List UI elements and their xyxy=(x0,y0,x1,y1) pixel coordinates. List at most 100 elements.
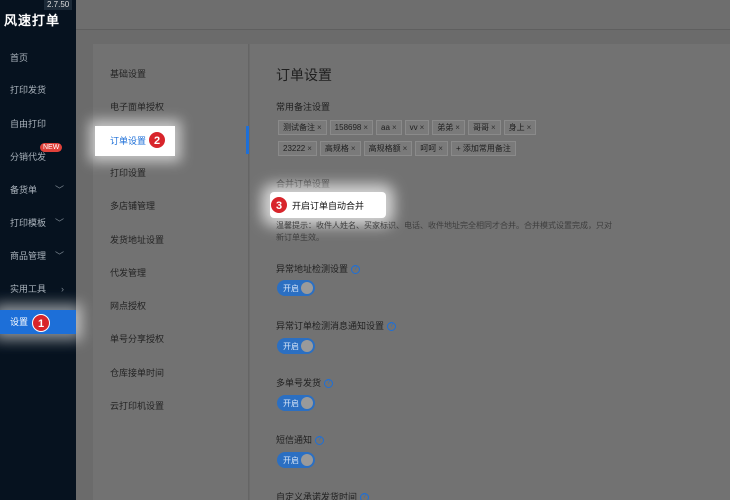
tag-label: 哥哥 xyxy=(472,123,489,132)
nav-label: 首页 xyxy=(10,53,29,63)
help-icon[interactable]: ? xyxy=(351,265,361,275)
remark-tag[interactable]: aa × xyxy=(376,120,402,135)
nav-item-free-print[interactable]: 自由打印 xyxy=(0,112,76,136)
order-settings-panel: 订单设置 常用备注设置 测试备注 × 158698 × aa × vv × 弟弟 × 哥哥 × 身上 × … xyxy=(250,44,730,500)
step-marker-3: 3 xyxy=(270,196,288,214)
step-marker-1: 1 xyxy=(32,314,50,332)
remark-tag[interactable]: 158698 × xyxy=(329,120,374,135)
toggle-knob xyxy=(301,454,313,466)
nav-item-print-ship[interactable]: 打印发货 xyxy=(0,78,76,102)
close-icon[interactable]: × xyxy=(455,123,460,132)
page-title: 订单设置 xyxy=(276,67,332,83)
close-icon[interactable]: × xyxy=(527,123,532,132)
nav-label: 商品管理 xyxy=(10,251,47,261)
toggle-knob xyxy=(301,340,313,352)
remarks-section-title: 常用备注设置 xyxy=(276,102,331,112)
section-label: 多单号发货 xyxy=(276,378,322,388)
tag-label: 高规格 xyxy=(324,144,349,153)
nav-label: 实用工具 xyxy=(10,284,47,294)
tag-label: 高规格额 xyxy=(368,144,401,153)
tag-label: 弟弟 xyxy=(437,123,454,132)
nav-label: 备货单 xyxy=(10,185,38,195)
remark-tags: 测试备注 × 158698 × aa × vv × 弟弟 × 哥哥 × 身上 × 23222 × 高规格 × 高规… xyxy=(278,120,598,162)
section-label-address-check: 异常地址检测设置? xyxy=(276,262,361,275)
nav-item-home[interactable]: 首页 xyxy=(0,46,76,70)
nav-label: 分销代发 xyxy=(10,152,47,162)
toggle-knob xyxy=(301,397,313,409)
subnav-waybill-auth[interactable]: 电子面单授权 xyxy=(93,92,249,122)
tag-label: aa xyxy=(381,123,390,132)
nav-label: 打印发货 xyxy=(10,85,47,95)
remark-tag[interactable]: 弟弟 × xyxy=(432,120,465,135)
help-icon[interactable]: ? xyxy=(324,379,334,389)
close-icon[interactable]: × xyxy=(403,144,408,153)
close-icon[interactable]: × xyxy=(317,123,322,132)
section-label-abnormal-notify: 异常订单检测消息通知设置? xyxy=(276,319,397,332)
section-label: 自定义承诺发货时间 xyxy=(276,492,358,500)
nav-label: 设置 xyxy=(10,317,29,327)
app-logo: 风速打单 xyxy=(4,13,61,28)
close-icon[interactable]: × xyxy=(491,123,496,132)
main-sidebar: 2.7.50 风速打单 首页 打印发货 自由打印 分销代发 NEW 备货单 ﹀ 打… xyxy=(0,0,76,500)
remark-tag[interactable]: 哥哥 × xyxy=(467,120,501,135)
step-marker-2: 2 xyxy=(148,131,166,149)
toggle-label: 开启 xyxy=(283,284,299,293)
nav-item-distribution[interactable]: 分销代发 NEW xyxy=(0,143,76,169)
help-icon[interactable]: ? xyxy=(360,493,370,500)
subnav-warehouse-time[interactable]: 仓库接单时间 xyxy=(93,358,249,388)
close-icon[interactable]: × xyxy=(363,123,368,132)
nav-label: 自由打印 xyxy=(10,119,47,129)
nav-item-print-template[interactable]: 打印模板 ﹀ xyxy=(0,211,76,235)
close-icon[interactable]: × xyxy=(392,123,397,132)
address-check-toggle[interactable]: 开启 xyxy=(277,280,315,296)
subnav-cloud-printer[interactable]: 云打印机设置 xyxy=(93,391,249,421)
remark-tag[interactable]: 高规格 × xyxy=(319,141,361,156)
subnav-print-settings[interactable]: 打印设置 xyxy=(93,158,249,188)
remark-tag[interactable]: 身上 × xyxy=(503,120,537,135)
multi-number-toggle[interactable]: 开启 xyxy=(277,395,315,411)
subnav-number-share[interactable]: 单号分享授权 xyxy=(93,324,249,354)
merge-hint: 温馨提示：收件人姓名、买家标识、电话、收件地址完全相同才合并。合并模式设置完成，… xyxy=(276,221,612,242)
section-label-promise-time: 自定义承诺发货时间? xyxy=(276,490,370,500)
section-label: 异常地址检测设置 xyxy=(276,264,349,274)
version-badge: 2.7.50 xyxy=(44,0,73,10)
toggle-label: 开启 xyxy=(283,456,299,465)
remark-tag[interactable]: vv × xyxy=(404,120,430,135)
remark-tag[interactable]: 高规格额 × xyxy=(363,141,413,156)
tag-label: 测试备注 xyxy=(283,123,315,132)
tag-label: vv xyxy=(409,123,418,132)
toggle-label: 开启 xyxy=(283,399,299,408)
nav-item-products[interactable]: 商品管理 ﹀ xyxy=(0,244,76,268)
toggle-knob xyxy=(301,282,313,294)
active-indicator xyxy=(246,126,249,154)
subnav-outlet-auth[interactable]: 网点授权 xyxy=(93,291,249,321)
add-remark-button[interactable]: + 添加常用备注 xyxy=(450,141,516,156)
remark-tag[interactable]: 呵呵 × xyxy=(415,141,448,156)
chevron-right-icon: › xyxy=(61,284,64,294)
nav-label: 打印模板 xyxy=(10,218,47,228)
subnav-ship-address[interactable]: 发货地址设置 xyxy=(93,225,249,255)
subnav-multi-store[interactable]: 多店铺管理 xyxy=(93,191,249,221)
auto-merge-checkbox[interactable]: 开启订单自动合并 xyxy=(292,199,364,212)
help-icon[interactable]: ? xyxy=(387,322,397,332)
toggle-label: 开启 xyxy=(283,342,299,351)
nav-item-tools[interactable]: 实用工具 › xyxy=(0,277,76,301)
subnav-basic[interactable]: 基础设置 xyxy=(93,59,249,89)
help-icon[interactable]: ? xyxy=(315,436,325,446)
tag-label: 158698 xyxy=(334,123,362,132)
merge-section-title: 合并订单设置 xyxy=(276,179,331,189)
settings-subnav: 基础设置 电子面单授权 订单设置 打印设置 多店铺管理 发货地址设置 代发管理 … xyxy=(93,44,249,500)
subnav-dropship[interactable]: 代发管理 xyxy=(93,258,249,288)
nav-item-stock[interactable]: 备货单 ﹀ xyxy=(0,178,76,202)
close-icon[interactable]: × xyxy=(420,123,425,132)
chevron-down-icon: ﹀ xyxy=(54,251,64,261)
close-icon[interactable]: × xyxy=(351,144,356,153)
remark-tag[interactable]: 测试备注 × xyxy=(278,120,327,135)
close-icon[interactable]: × xyxy=(438,144,443,153)
new-badge: NEW xyxy=(40,143,63,152)
chevron-down-icon: ﹀ xyxy=(54,185,64,195)
sms-toggle[interactable]: 开启 xyxy=(277,452,315,468)
close-icon[interactable]: × xyxy=(307,144,312,153)
remark-tag[interactable]: 23222 × xyxy=(278,141,317,156)
abnormal-notify-toggle[interactable]: 开启 xyxy=(277,338,315,354)
